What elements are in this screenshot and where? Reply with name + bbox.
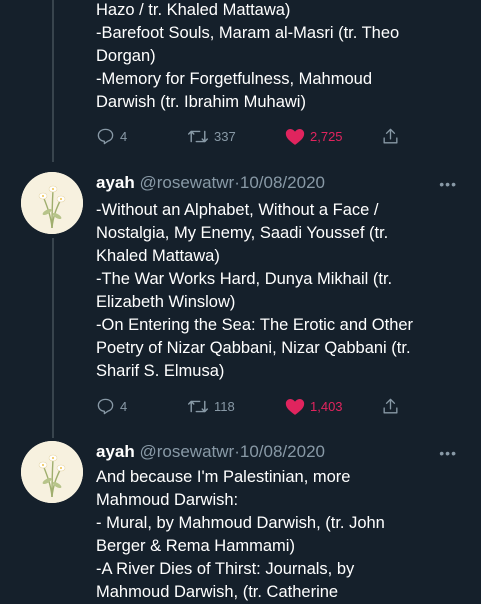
tweet-text-line: And because I'm Palestinian, more bbox=[96, 468, 351, 486]
display-name[interactable]: ayah bbox=[96, 442, 135, 461]
tweet-text-line: Mahmoud Darwish, (tr. Catherine bbox=[96, 583, 339, 601]
tweet-text-line: -A River Dies of Thirst: Journals, by bbox=[96, 560, 355, 578]
tweet-text: And because I'm Palestinian, more Mahmou… bbox=[96, 466, 476, 604]
tweet-header: ayah @rosewatwr·10/08/2020 bbox=[96, 441, 325, 463]
tweet-date[interactable]: 10/08/2020 bbox=[240, 442, 325, 461]
tweet-text-line: Mahmoud Darwish: bbox=[96, 491, 239, 509]
user-handle[interactable]: @rosewatwr bbox=[139, 442, 234, 461]
tweet-text-line: - Mural, by Mahmoud Darwish, (tr. John bbox=[96, 514, 385, 532]
tweet-text-line: Berger & Rema Hammami) bbox=[96, 537, 295, 555]
tweet[interactable]: ayah @rosewatwr·10/08/2020 ••• And becau… bbox=[0, 0, 481, 601]
more-options-icon[interactable]: ••• bbox=[439, 446, 457, 460]
avatar[interactable] bbox=[21, 441, 83, 503]
